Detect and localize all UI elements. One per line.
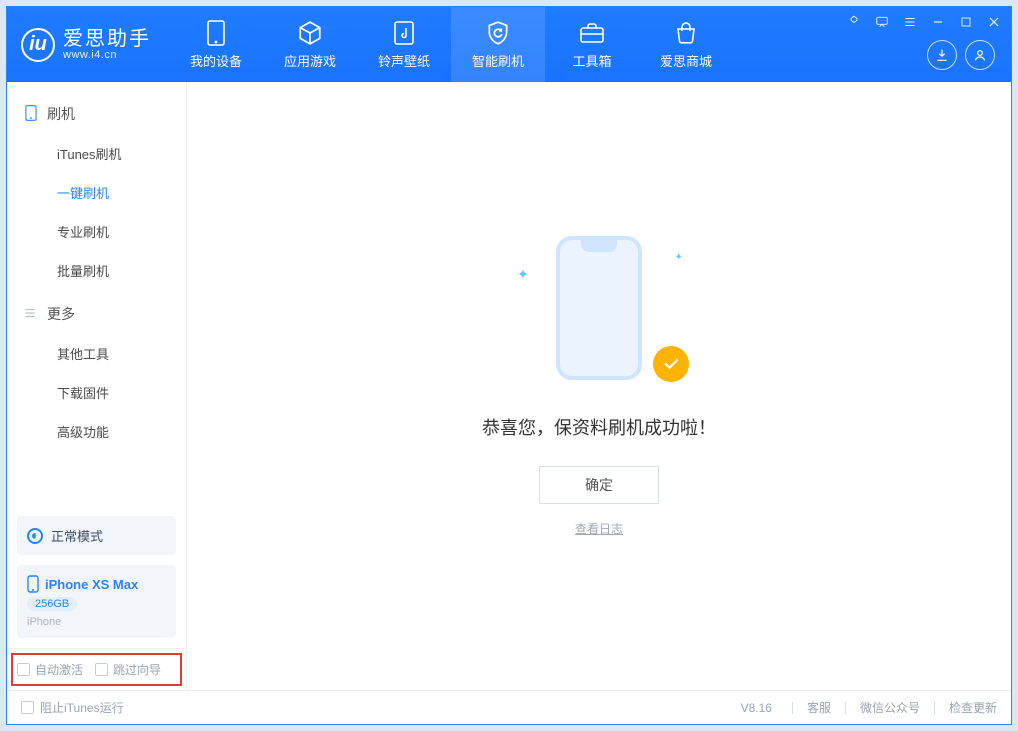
device-name-row: iPhone XS Max [27, 575, 166, 593]
tab-store-label: 爱思商城 [660, 51, 712, 70]
mode-icon [27, 528, 43, 544]
sidebar-item-adv[interactable]: 高级功能 [7, 412, 186, 451]
tab-ringwall-label: 铃声壁纸 [378, 51, 430, 70]
device-kind: iPhone [27, 616, 166, 628]
sidebar-group-more: 更多 [7, 290, 186, 334]
mode-label: 正常模式 [51, 526, 103, 545]
logo-icon: iu [21, 28, 55, 62]
sidebar-item-itunes[interactable]: iTunes刷机 [7, 134, 186, 173]
sidebar-group-more-label: 更多 [47, 304, 75, 324]
checkbox-block-itunes-label: 阻止iTunes运行 [40, 699, 124, 716]
main-pane: ✦ ✦ 恭喜您，保资料刷机成功啦！ 确定 查看日志 [187, 82, 1011, 690]
titlebar: iu 爱思助手 www.i4.cn 我的设备 应用游戏 [7, 7, 1011, 82]
app-window: iu 爱思助手 www.i4.cn 我的设备 应用游戏 [6, 6, 1012, 725]
bag-icon [672, 19, 700, 47]
body: 刷机 iTunes刷机 一键刷机 专业刷机 批量刷机 更多 其他工具 下载固件 … [7, 82, 1011, 690]
feedback-icon[interactable] [873, 13, 891, 31]
checkbox-block-itunes[interactable]: 阻止iTunes运行 [21, 699, 124, 716]
device-card[interactable]: iPhone XS Max 256GB iPhone [17, 565, 176, 638]
sparkle-icon: ✦ [517, 266, 529, 283]
sidebar-group-flash-label: 刷机 [47, 104, 75, 124]
separator [934, 702, 935, 714]
tab-tools-label: 工具箱 [572, 51, 611, 70]
tab-tools[interactable]: 工具箱 [545, 7, 639, 82]
check-badge-icon [653, 346, 689, 382]
account-button[interactable] [965, 40, 995, 70]
theme-icon[interactable] [845, 13, 863, 31]
update-link[interactable]: 检查更新 [949, 699, 997, 716]
sidebar-item-fw[interactable]: 下载固件 [7, 373, 186, 412]
separator [845, 702, 846, 714]
tab-flash[interactable]: 智能刷机 [451, 7, 545, 82]
checkbox-box-icon [17, 663, 30, 676]
brand-name: 爱思助手 [63, 29, 151, 49]
view-log-link[interactable]: 查看日志 [575, 520, 623, 537]
tab-apps-label: 应用游戏 [284, 51, 336, 70]
checkbox-box-icon [21, 701, 34, 714]
cube-icon [296, 19, 324, 47]
sidebar-item-onekey[interactable]: 一键刷机 [7, 173, 186, 212]
title-badges [927, 40, 995, 70]
mode-card[interactable]: 正常模式 [17, 516, 176, 555]
tab-ringwall[interactable]: 铃声壁纸 [357, 7, 451, 82]
tab-apps[interactable]: 应用游戏 [263, 7, 357, 82]
success-message: 恭喜您，保资料刷机成功啦！ [482, 414, 716, 440]
close-button[interactable] [985, 13, 1003, 31]
tab-device-label: 我的设备 [190, 51, 242, 70]
brand-url: www.i4.cn [63, 49, 151, 61]
phone-illustration-icon [556, 236, 642, 380]
ok-button[interactable]: 确定 [539, 466, 659, 504]
device-storage: 256GB [27, 597, 77, 611]
logo-text: 爱思助手 www.i4.cn [63, 29, 151, 61]
sidebar-item-pro[interactable]: 专业刷机 [7, 212, 186, 251]
sidebar-group-flash: 刷机 [7, 90, 186, 134]
version-label: V8.16 [741, 701, 772, 715]
shield-refresh-icon [484, 19, 512, 47]
support-link[interactable]: 客服 [807, 699, 831, 716]
device-phone-icon [27, 575, 39, 593]
maximize-button[interactable] [957, 13, 975, 31]
music-file-icon [390, 19, 418, 47]
main-tabs: 我的设备 应用游戏 铃声壁纸 智能刷机 [169, 7, 733, 82]
more-group-icon [23, 306, 39, 323]
sidebar-item-batch[interactable]: 批量刷机 [7, 251, 186, 290]
checkbox-box-icon [95, 663, 108, 676]
tab-device[interactable]: 我的设备 [169, 7, 263, 82]
wechat-link[interactable]: 微信公众号 [860, 699, 920, 716]
device-name: iPhone XS Max [45, 577, 138, 592]
sidebar-bottom-options: 自动激活 跳过向导 [7, 648, 186, 690]
tab-flash-label: 智能刷机 [472, 51, 524, 70]
checkbox-skip-guide[interactable]: 跳过向导 [95, 661, 161, 678]
checkbox-auto-activate-label: 自动激活 [35, 661, 83, 678]
phone-icon [202, 19, 230, 47]
separator [792, 702, 793, 714]
flash-group-icon [23, 105, 39, 124]
menu-icon[interactable] [901, 13, 919, 31]
logo: iu 爱思助手 www.i4.cn [7, 7, 169, 82]
toolbox-icon [578, 19, 606, 47]
statusbar: 阻止iTunes运行 V8.16 客服 微信公众号 检查更新 [7, 690, 1011, 724]
minimize-button[interactable] [929, 13, 947, 31]
sparkle-icon: ✦ [675, 252, 683, 263]
checkbox-auto-activate[interactable]: 自动激活 [17, 661, 83, 678]
logo-letter: iu [29, 33, 47, 56]
success-illustration: ✦ ✦ [529, 236, 669, 386]
sidebar-item-other[interactable]: 其他工具 [7, 334, 186, 373]
window-controls [845, 13, 1003, 31]
statusbar-right: V8.16 客服 微信公众号 检查更新 [741, 699, 997, 716]
device-cards: 正常模式 iPhone XS Max 256GB iPhone [7, 516, 186, 648]
download-button[interactable] [927, 40, 957, 70]
checkbox-skip-guide-label: 跳过向导 [113, 661, 161, 678]
sidebar: 刷机 iTunes刷机 一键刷机 专业刷机 批量刷机 更多 其他工具 下载固件 … [7, 82, 187, 690]
tab-store[interactable]: 爱思商城 [639, 7, 733, 82]
